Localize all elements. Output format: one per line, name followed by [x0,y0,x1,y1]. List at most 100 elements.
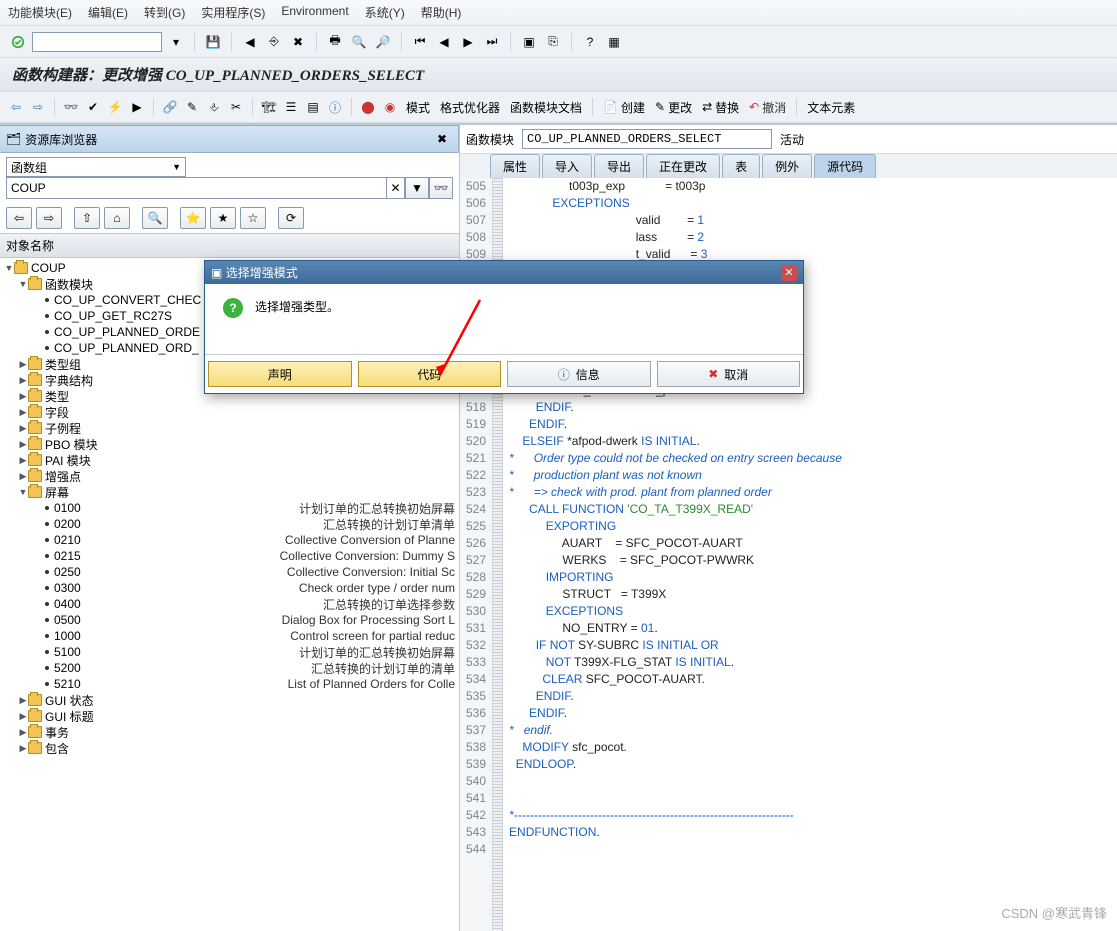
menu-sys[interactable]: 系统(Y) [365,4,405,21]
sort-icon[interactable]: ☰ [281,97,301,117]
dialog-title-bar[interactable]: ▣ 选择增强模式 ✕ [205,261,803,284]
tree-row[interactable]: 0215Collective Conversion: Dummy S [0,548,459,564]
tree-row[interactable]: 0500Dialog Box for Processing Sort L [0,612,459,628]
tree-row[interactable]: 0300Check order type / order num [0,580,459,596]
tree-row[interactable]: ▶GUI 标题 [0,708,459,724]
tree-row[interactable]: ▶GUI 状态 [0,692,459,708]
find-next-icon[interactable]: 🔎 [373,32,393,52]
fav-del-icon[interactable]: ☆ [240,207,266,229]
help-icon[interactable]: ? [580,32,600,52]
edit-icon[interactable]: ✎ [182,97,202,117]
last-page-icon[interactable]: ⏭ [482,32,502,52]
replace-button[interactable]: ⇄替换 [698,97,743,117]
nav-prev-icon[interactable]: ⇦ [6,207,32,229]
back-icon[interactable]: ◀ [240,32,260,52]
first-page-icon[interactable]: ⏮ [410,32,430,52]
create-button[interactable]: 📄创建 [599,97,649,117]
clear-icon[interactable]: ✕ [387,177,405,199]
new-session-icon[interactable]: ▣ [519,32,539,52]
layout-icon[interactable]: ▦ [604,32,624,52]
tab-4[interactable]: 表 [722,154,760,178]
tree-row[interactable]: 5100计划订单的汇总转换初始屏幕 [0,644,459,660]
save-icon[interactable]: 💾 [203,32,223,52]
tab-3[interactable]: 正在更改 [646,154,720,178]
delete-icon[interactable]: ✂ [226,97,246,117]
ok-icon[interactable] [8,32,28,52]
activate-icon[interactable]: ⚡ [105,97,125,117]
enhance-icon[interactable]: ◉ [380,97,400,117]
formatter-button[interactable]: 格式优化器 [436,97,504,117]
tree-row[interactable]: 5210List of Planned Orders for Colle [0,676,459,692]
tree-row[interactable]: 0250Collective Conversion: Initial Sc [0,564,459,580]
tree-row[interactable]: 0100计划订单的汇总转换初始屏幕 [0,500,459,516]
tab-6[interactable]: 源代码 [814,154,876,178]
tree-row[interactable]: ▶PAI 模块 [0,452,459,468]
tree-row[interactable]: ▶PBO 模块 [0,436,459,452]
tree-row[interactable]: 5200汇总转换的计划订单的清单 [0,660,459,676]
fm-name-input[interactable] [522,129,772,149]
breakpoint-icon[interactable]: ⬤ [358,97,378,117]
insert-icon[interactable]: ⎀ [204,97,224,117]
tree-row[interactable]: 0210Collective Conversion of Planne [0,532,459,548]
dropdown-search-icon[interactable]: ▼ [405,177,429,199]
glasses-icon[interactable]: 👓 [429,177,453,199]
shortcut-icon[interactable]: ⎘ [543,32,563,52]
undo-button[interactable]: ↶撤消 [745,97,790,117]
nav-next-icon[interactable]: ⇨ [36,207,62,229]
nav-fwd-icon[interactable]: ⇨ [28,97,48,117]
tree-row[interactable]: 1000Control screen for partial reduc [0,628,459,644]
menu-edit[interactable]: 编辑(E) [88,4,128,21]
exit-icon[interactable]: ⎆ [264,32,284,52]
command-field[interactable] [32,32,162,52]
tree-row[interactable]: ▶字段 [0,404,459,420]
menu-goto[interactable]: 转到(G) [144,4,185,21]
menu-util[interactable]: 实用程序(S) [201,4,265,21]
fm-doc-button[interactable]: 函数模块文档 [506,97,586,117]
find-tree-icon[interactable]: 🔍 [142,207,168,229]
tab-0[interactable]: 属性 [490,154,540,178]
where-used-icon[interactable]: 🔗 [160,97,180,117]
next-page-icon[interactable]: ▶ [458,32,478,52]
text-elements-button[interactable]: 文本元素 [803,97,859,117]
tree-row[interactable]: ▶事务 [0,724,459,740]
dropdown-icon[interactable]: ▾ [166,32,186,52]
block-icon[interactable]: ▤ [303,97,323,117]
pattern-button[interactable]: 模式 [402,97,434,117]
print-icon[interactable]: 🖶 [325,32,345,52]
tab-2[interactable]: 导出 [594,154,644,178]
check-icon[interactable]: ✔ [83,97,103,117]
tree-row[interactable]: ▶包含 [0,740,459,756]
tab-1[interactable]: 导入 [542,154,592,178]
nav-back-icon[interactable]: ⇦ [6,97,26,117]
prev-page-icon[interactable]: ◀ [434,32,454,52]
nav-up-icon[interactable]: ⇧ [74,207,100,229]
panel-close-icon[interactable]: ✖ [432,129,452,149]
tree-row[interactable]: ▼屏幕 [0,484,459,500]
object-type-combo[interactable]: 函数组▼ [6,157,186,177]
test-icon[interactable]: ▶ [127,97,147,117]
dialog-close-icon[interactable]: ✕ [781,265,797,281]
refresh-icon[interactable]: ⟳ [278,207,304,229]
find-icon[interactable]: 🔍 [349,32,369,52]
modify-button[interactable]: ✎更改 [651,97,696,117]
search-input[interactable] [6,177,387,199]
menu-env[interactable]: Environment [281,4,348,21]
code-button[interactable]: 代码 [358,361,502,387]
display-icon[interactable]: 👓 [61,97,81,117]
tree-row[interactable]: ▶子例程 [0,420,459,436]
menu-help[interactable]: 帮助(H) [421,4,462,21]
tree-row[interactable]: ▶增强点 [0,468,459,484]
declaration-button[interactable]: 声明 [208,361,352,387]
fav-tree-icon[interactable]: ⭐ [180,207,206,229]
cancel-icon[interactable]: ✖ [288,32,308,52]
tree-row[interactable]: 0400汇总转换的订单选择参数 [0,596,459,612]
cancel-button[interactable]: ✖取消 [657,361,801,387]
hierarchy-icon[interactable]: 🏗 [259,97,279,117]
tree-row[interactable]: 0200汇总转换的计划订单清单 [0,516,459,532]
info-button[interactable]: ⓘ信息 [507,361,651,387]
info-icon[interactable]: ⓘ [325,97,345,117]
fav-add-icon[interactable]: ★ [210,207,236,229]
nav-home-icon[interactable]: ⌂ [104,207,130,229]
menu-fn[interactable]: 功能模块(E) [8,4,72,21]
tab-5[interactable]: 例外 [762,154,812,178]
